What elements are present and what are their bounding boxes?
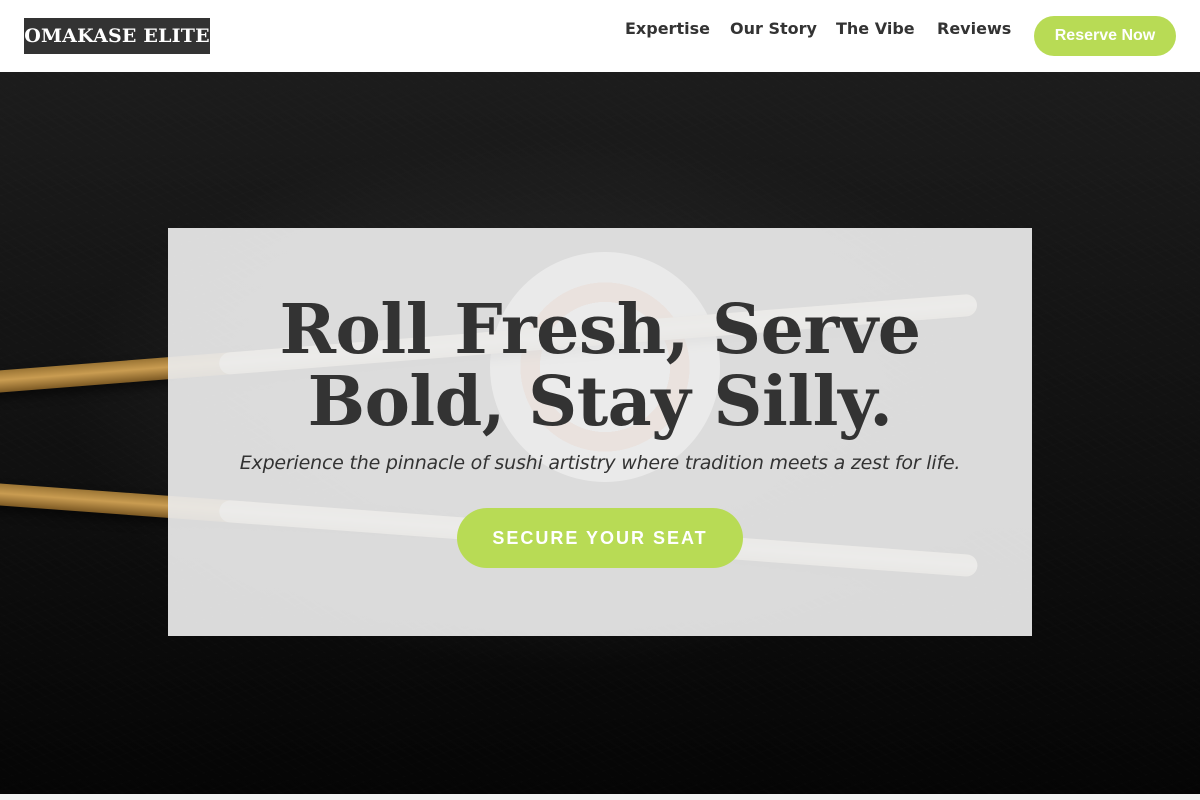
hero-title: Roll Fresh, Serve Bold, Stay Silly. xyxy=(279,290,921,442)
secure-your-seat-button[interactable]: SECURE YOUR SEAT xyxy=(457,508,743,568)
site-header: OMAKASE ELITE Expertise Our Story The Vi… xyxy=(0,0,1200,72)
nav-link-expertise[interactable]: Expertise xyxy=(625,17,710,41)
logo[interactable]: OMAKASE ELITE xyxy=(24,18,210,54)
reserve-now-button[interactable]: Reserve Now xyxy=(1034,16,1176,56)
nav-link-reviews[interactable]: Reviews xyxy=(937,17,1011,41)
hero-section: Roll Fresh, Serve Bold, Stay Silly. Expe… xyxy=(0,72,1200,794)
hero-subtitle: Experience the pinnacle of sushi artistr… xyxy=(239,452,961,474)
hero-card: Roll Fresh, Serve Bold, Stay Silly. Expe… xyxy=(168,228,1032,636)
nav-link-the-vibe[interactable]: The Vibe xyxy=(836,17,915,41)
next-section-edge xyxy=(0,794,1200,800)
nav-link-our-story[interactable]: Our Story xyxy=(730,17,817,41)
